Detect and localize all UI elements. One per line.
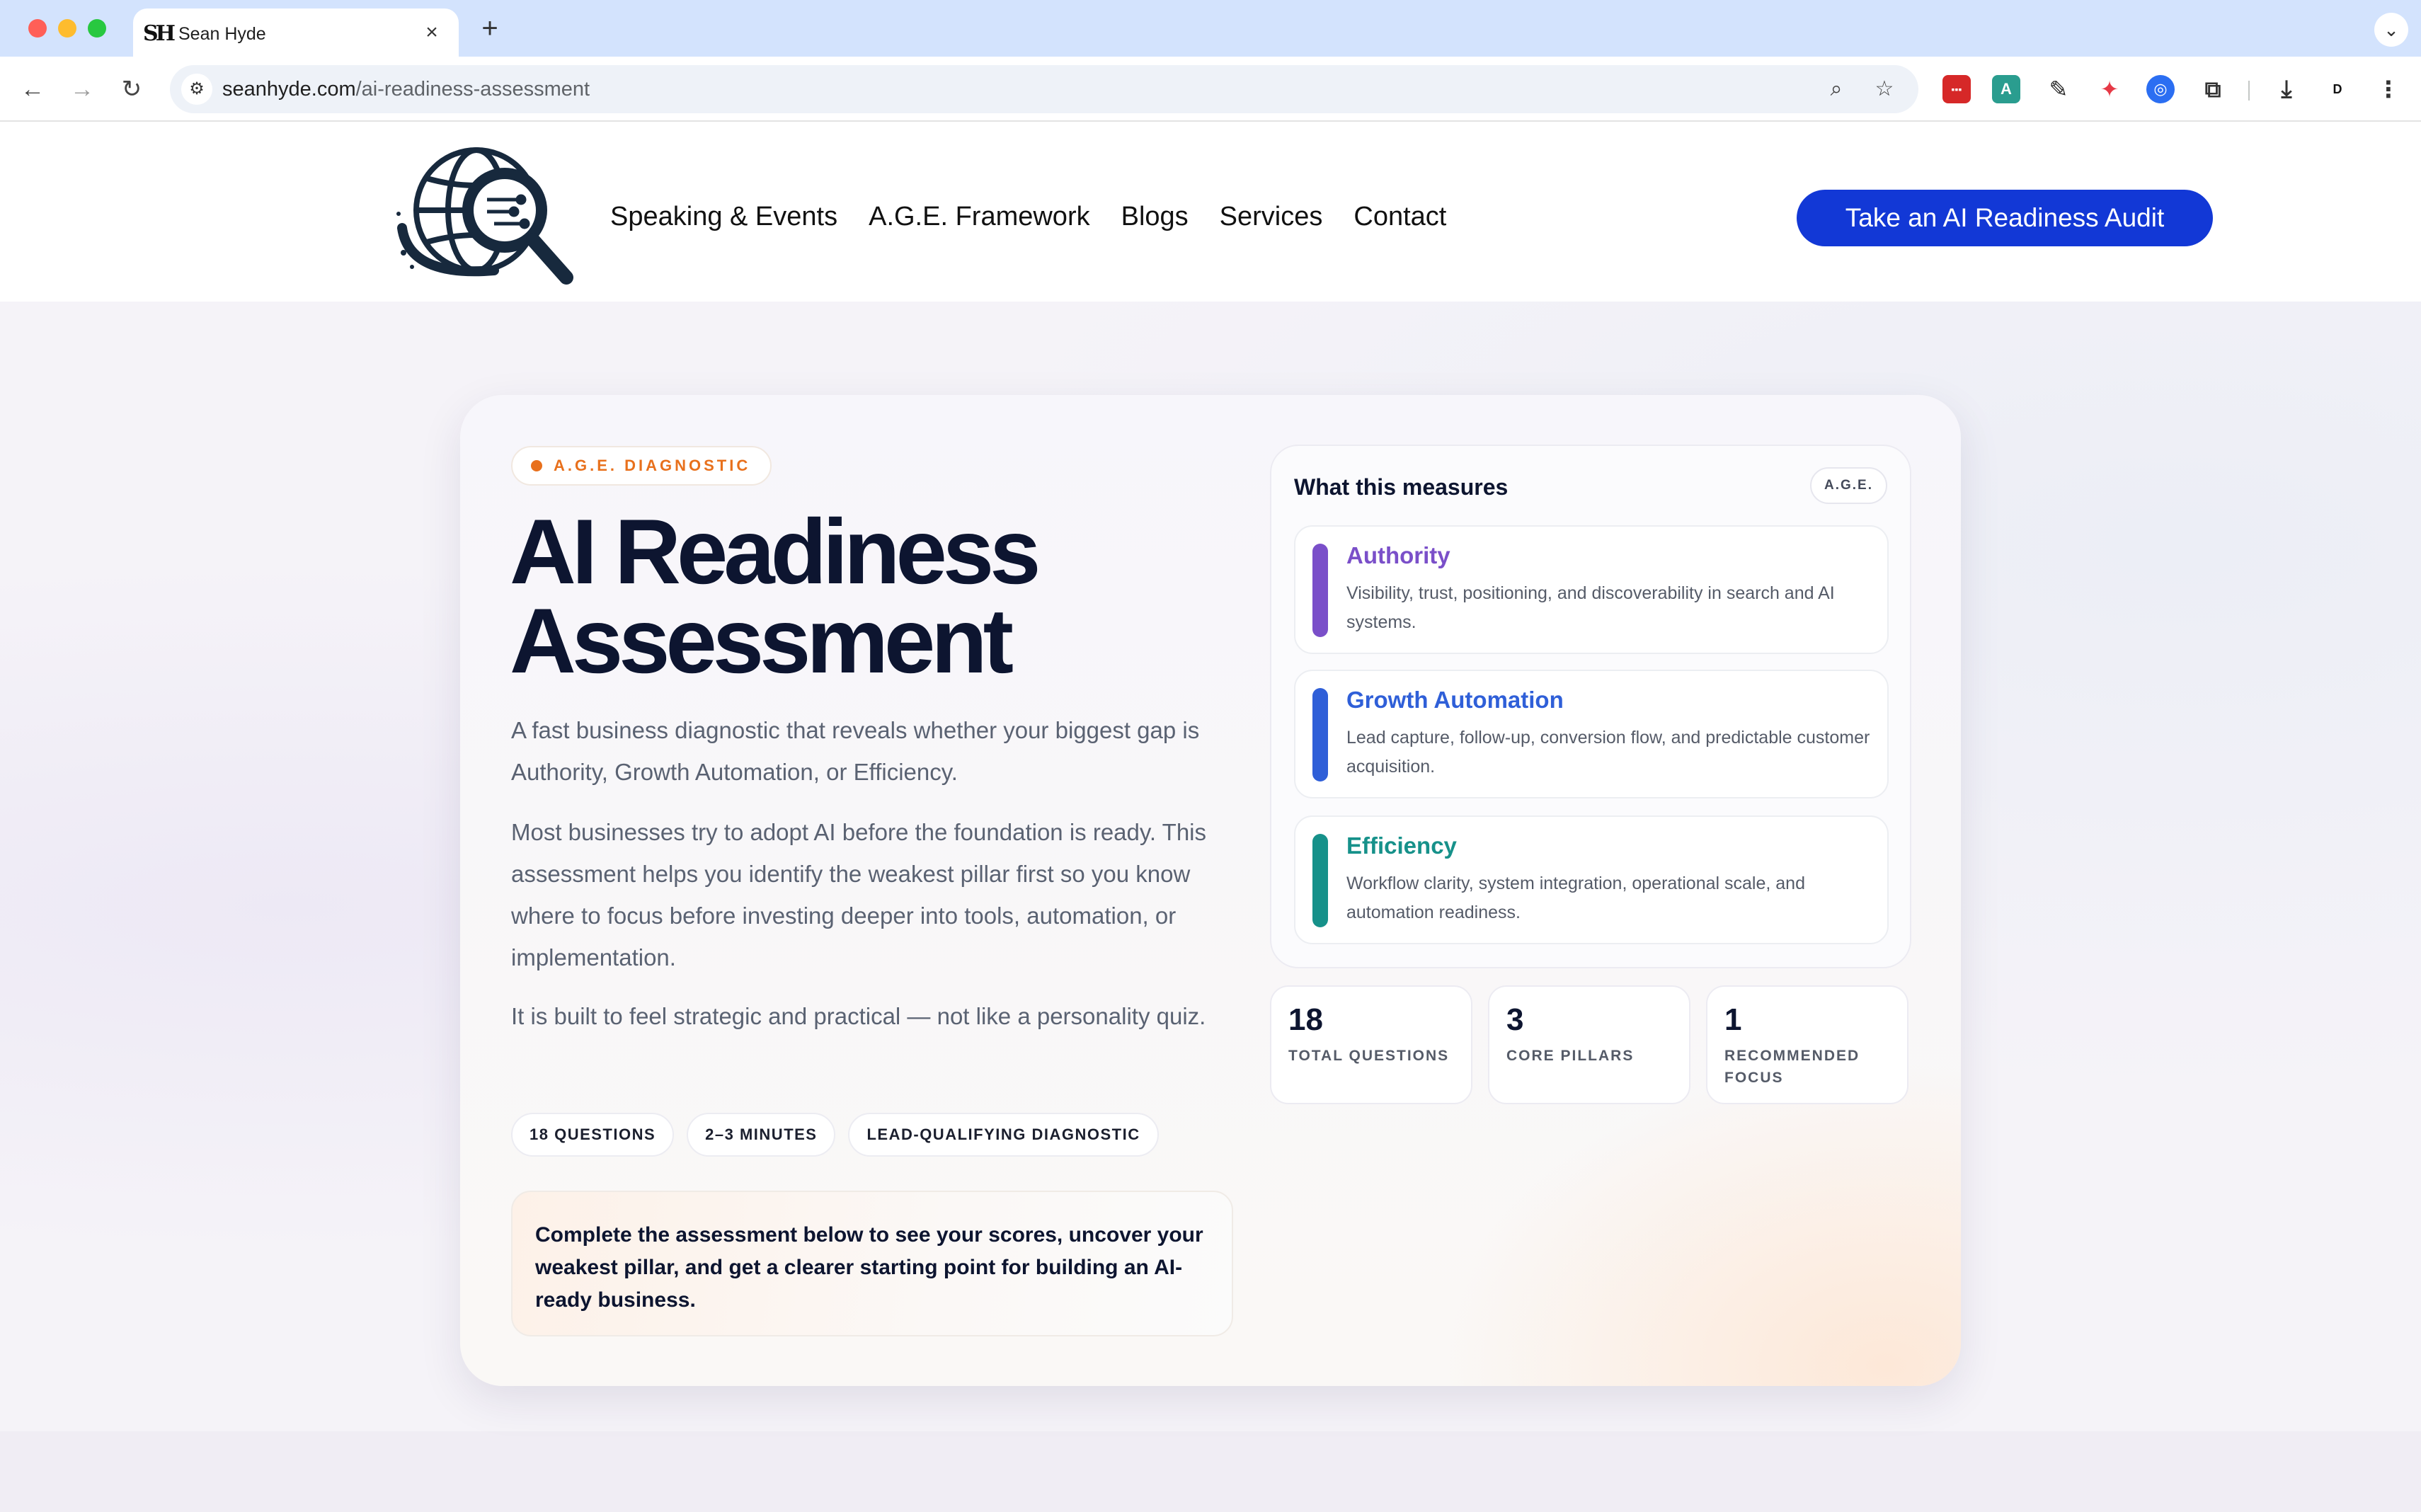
forward-arrow-icon[interactable]: →: [65, 72, 99, 106]
pillar-name: Efficiency: [1346, 832, 1457, 859]
downloads-icon[interactable]: ⤓: [2272, 75, 2301, 103]
window-zoom-button[interactable]: [88, 19, 106, 38]
title-line-2: Assessment: [510, 589, 1014, 692]
page-title: AI Readiness Assessment: [510, 505, 1218, 687]
nav-blogs[interactable]: Blogs: [1121, 201, 1189, 236]
pillar-description: Workflow clarity, system integration, op…: [1346, 874, 1805, 922]
pillar-color-bar: [1312, 688, 1328, 781]
tab-close-icon[interactable]: ×: [419, 20, 445, 45]
chip-questions: 18 QUESTIONS: [511, 1113, 675, 1157]
stat-label: RECOMMENDED FOCUS: [1724, 1048, 1860, 1086]
extension-red-icon[interactable]: ▪▪▪: [1942, 75, 1971, 103]
window-close-button[interactable]: [28, 19, 47, 38]
browser-toolbar: ← → ↻ ⚙ seanhyde.com/ai-readiness-assess…: [0, 57, 2421, 122]
window-minimize-button[interactable]: [58, 19, 76, 38]
extension-bird-icon[interactable]: ✦: [2095, 75, 2124, 103]
stat-recommended-focus: 1 RECOMMENDED FOCUS: [1706, 985, 1908, 1104]
badge-label: A.G.E. DIAGNOSTIC: [554, 457, 751, 474]
pillar-color-bar: [1312, 544, 1328, 637]
bookmark-star-icon[interactable]: ☆: [1870, 75, 1899, 103]
hero-paragraph-2: Most businesses try to adopt AI before t…: [511, 819, 1207, 970]
site-favicon-icon: SH: [143, 21, 176, 46]
url-host: seanhyde.com: [222, 78, 356, 101]
profile-avatar-icon[interactable]: D: [2323, 75, 2352, 103]
extension-blue-circle-icon[interactable]: ◎: [2146, 75, 2175, 103]
nav-speaking-events[interactable]: Speaking & Events: [610, 201, 837, 236]
nav-services[interactable]: Services: [1220, 201, 1323, 236]
pillar-description: Visibility, trust, positioning, and disc…: [1346, 583, 1835, 632]
stat-label: TOTAL QUESTIONS: [1288, 1048, 1450, 1064]
pillar-card-growth-automation: Growth Automation Lead capture, follow-u…: [1294, 670, 1889, 798]
tab-search-chevron-icon[interactable]: ⌄: [2374, 13, 2408, 47]
badge-dot-icon: [531, 460, 542, 471]
pillar-name: Authority: [1346, 542, 1450, 568]
pillar-color-bar: [1312, 834, 1328, 927]
pillar-card-authority: Authority Visibility, trust, positioning…: [1294, 525, 1889, 654]
pillar-name: Growth Automation: [1346, 687, 1564, 713]
measures-panel: What this measures A.G.E. Authority Visi…: [1270, 445, 1911, 968]
address-url[interactable]: seanhyde.com/ai-readiness-assessment: [222, 78, 590, 101]
hero-lead-paragraph: A fast business diagnostic that reveals …: [511, 717, 1200, 785]
nav-age-framework[interactable]: A.G.E. Framework: [869, 201, 1090, 236]
toolbar-divider: [2248, 81, 2250, 101]
chip-duration: 2–3 MINUTES: [687, 1113, 836, 1157]
stat-total-questions: 18 TOTAL QUESTIONS: [1270, 985, 1472, 1104]
pillar-card-efficiency: Efficiency Workflow clarity, system inte…: [1294, 815, 1889, 944]
measures-panel-tag: A.G.E.: [1809, 467, 1887, 504]
assessment-chips: 18 QUESTIONS 2–3 MINUTES LEAD-QUALIFYING…: [511, 1113, 1159, 1157]
site-header: Speaking & Events A.G.E. Framework Blogs…: [0, 122, 2421, 302]
main-nav: Speaking & Events A.G.E. Framework Blogs…: [610, 201, 1446, 236]
chip-diagnostic-type: LEAD-QUALIFYING DIAGNOSTIC: [848, 1113, 1159, 1157]
nav-contact[interactable]: Contact: [1353, 201, 1446, 236]
measures-panel-title: What this measures: [1294, 474, 1509, 500]
pillar-description: Lead capture, follow-up, conversion flow…: [1346, 728, 1870, 777]
stat-number: 3: [1506, 1002, 1524, 1037]
globe-magnifier-logo-icon[interactable]: [388, 143, 579, 289]
extensions-puzzle-icon[interactable]: ⧉: [2199, 75, 2227, 103]
eyedropper-icon[interactable]: ✎: [2044, 75, 2073, 103]
stat-number: 18: [1288, 1002, 1323, 1037]
assessment-stats: 18 TOTAL QUESTIONS 3 CORE PILLARS 1 RECO…: [1270, 985, 1908, 1104]
title-line-1: AI Readiness: [510, 500, 1041, 603]
stat-label: CORE PILLARS: [1506, 1048, 1635, 1064]
hero-paragraph-3: It is built to feel strategic and practi…: [511, 1003, 1206, 1029]
stat-number: 1: [1724, 1002, 1742, 1037]
browser-menu-icon[interactable]: ⋮: [2374, 75, 2403, 103]
zoom-icon[interactable]: ⌕: [1822, 75, 1850, 103]
tab-title: Sean Hyde: [178, 24, 266, 44]
extension-green-icon[interactable]: A: [1992, 75, 2020, 103]
url-path: /ai-readiness-assessment: [355, 78, 590, 101]
reload-icon[interactable]: ↻: [115, 72, 149, 106]
address-bar[interactable]: ⚙ seanhyde.com/ai-readiness-assessment ⌕…: [170, 65, 1918, 113]
ai-readiness-audit-button[interactable]: Take an AI Readiness Audit: [1797, 190, 2213, 246]
back-arrow-icon[interactable]: ←: [16, 72, 50, 106]
diagnostic-badge: A.G.E. DIAGNOSTIC: [511, 446, 772, 486]
lower-section-band: [0, 1431, 2421, 1512]
browser-tab-bar: SH Sean Hyde × + ⌄: [0, 0, 2421, 57]
stat-core-pillars: 3 CORE PILLARS: [1488, 985, 1690, 1104]
assessment-callout: Complete the assessment below to see you…: [511, 1191, 1233, 1336]
new-tab-icon[interactable]: +: [474, 13, 505, 44]
site-info-icon[interactable]: ⚙: [181, 74, 212, 105]
browser-tab[interactable]: SH Sean Hyde ×: [133, 8, 459, 57]
